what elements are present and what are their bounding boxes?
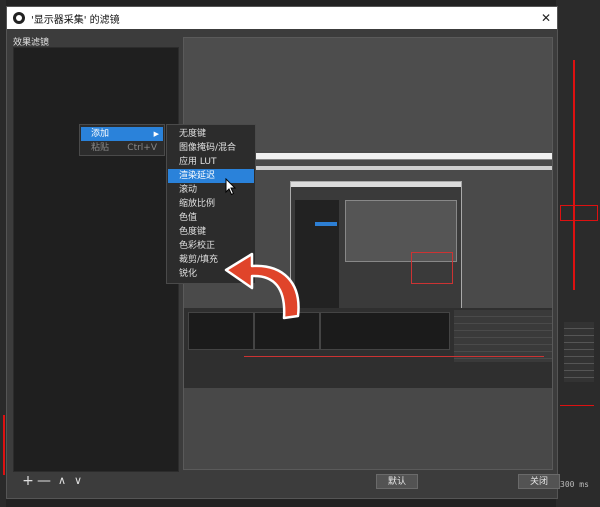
- background-control-list: [564, 322, 594, 382]
- dialog-title: '显示器采集' 的滤镜: [31, 14, 120, 26]
- preview-nested-titlebar: [252, 153, 552, 160]
- submenu-item[interactable]: 滚动: [168, 183, 254, 197]
- menu-item-label: 粘贴: [91, 143, 110, 153]
- obs-app-icon: [13, 12, 25, 24]
- default-button[interactable]: 默认: [376, 474, 418, 489]
- remove-filter-button[interactable]: —: [37, 474, 51, 490]
- context-menu: 添加 ▶ 粘贴 Ctrl+V: [79, 124, 165, 156]
- preview-dock-panel: [320, 312, 450, 350]
- submenu-item[interactable]: 色值: [168, 211, 254, 225]
- background-red-marker: [573, 60, 575, 290]
- preview-nested-highlight: [315, 222, 337, 226]
- preview-dock-red-line: [244, 356, 544, 357]
- dialog-titlebar: '显示器采集' 的滤镜 ✕: [7, 7, 557, 29]
- background-right-panel: 300 ms: [556, 0, 600, 507]
- mouse-cursor-icon: [225, 178, 237, 196]
- submenu-item[interactable]: 色度键: [168, 225, 254, 239]
- preview-dock-controls: [454, 310, 552, 362]
- submenu-arrow-icon: ▶: [153, 130, 159, 138]
- submenu-item[interactable]: 应用 LUT: [168, 155, 254, 169]
- background-red-box: [560, 205, 598, 221]
- red-curved-arrow-icon: [224, 252, 300, 320]
- add-filter-button[interactable]: +: [21, 474, 35, 490]
- menu-item-paste[interactable]: 粘贴 Ctrl+V: [81, 141, 163, 155]
- close-icon[interactable]: ✕: [541, 11, 551, 25]
- menu-item-add[interactable]: 添加 ▶: [81, 127, 163, 141]
- move-down-button[interactable]: ∨: [71, 474, 85, 490]
- submenu-item-highlighted[interactable]: 渲染延迟: [168, 169, 254, 183]
- background-readout: 300 ms: [560, 480, 589, 489]
- preview-bottom-area: [184, 388, 552, 469]
- dialog-bottom-bar: + — ∧ ∨ 默认 关闭: [13, 474, 560, 494]
- effect-filters-list[interactable]: [13, 47, 179, 472]
- menu-item-shortcut: Ctrl+V: [127, 143, 157, 153]
- background-red-marker: [3, 415, 5, 475]
- move-up-button[interactable]: ∧: [55, 474, 69, 490]
- close-button[interactable]: 关闭: [518, 474, 560, 489]
- preview-nested-menubar: [252, 166, 552, 170]
- submenu-item[interactable]: 图像掩码/混合: [168, 141, 254, 155]
- submenu-item[interactable]: 缩放比例: [168, 197, 254, 211]
- menu-item-label: 添加: [91, 129, 110, 139]
- preview-nested-bar: [291, 182, 461, 187]
- background-red-marker: [560, 405, 594, 406]
- preview-nested-red-frame: [411, 252, 453, 284]
- submenu-item[interactable]: 无度键: [168, 127, 254, 141]
